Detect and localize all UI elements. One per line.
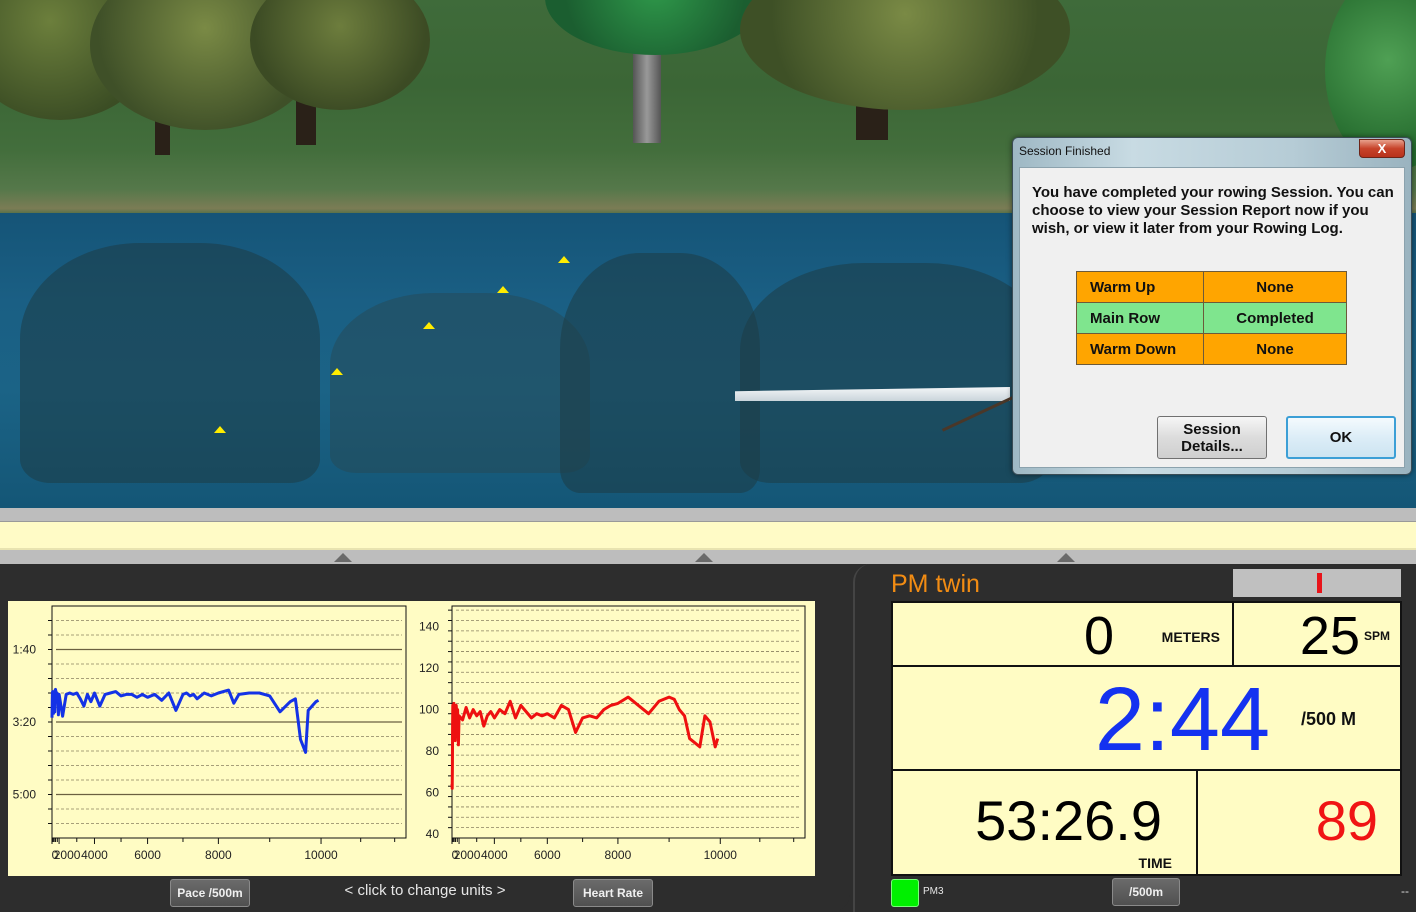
change-units-hint[interactable]: < click to change units > bbox=[300, 882, 550, 899]
course-buoy bbox=[331, 368, 343, 375]
rowing-app: 1:40 3:20 5:00 0 2000 4000 6000 8000 10000 40 60 8… bbox=[0, 0, 1416, 912]
ok-button[interactable]: OK bbox=[1286, 416, 1396, 459]
panel-expand-handle[interactable] bbox=[334, 553, 352, 562]
series-line bbox=[50, 687, 320, 754]
x-tick-label: 10000 bbox=[304, 848, 338, 862]
y-tick-label: 140 bbox=[419, 620, 439, 634]
pace-cell: 2:44 /500 M bbox=[891, 665, 1402, 771]
monitor-units-button[interactable]: /500m bbox=[1112, 878, 1180, 906]
monitor-title: PM twin bbox=[891, 570, 980, 598]
pace-chart-svg: 1:403:205:0002000 4000 6000 8000 10000 bbox=[13, 605, 407, 862]
session-details-label: Session Details... bbox=[1181, 420, 1243, 455]
time-unit: TIME bbox=[1138, 855, 1172, 871]
table-row: Main Row Completed bbox=[1076, 302, 1347, 334]
dialog-title: Session Finished bbox=[1019, 144, 1111, 158]
force-level-marker bbox=[1317, 573, 1322, 593]
corner-status: -- bbox=[1401, 884, 1409, 898]
pace-value: 2:44 bbox=[1094, 670, 1270, 770]
y-tick-label: 120 bbox=[419, 661, 439, 675]
course-buoy bbox=[214, 426, 226, 433]
y-tick-label: 5:00 bbox=[13, 788, 37, 802]
connection-status-icon bbox=[891, 879, 919, 907]
panel-expand-handle[interactable] bbox=[1057, 553, 1075, 562]
y-tick-label: 1:40 bbox=[13, 643, 37, 657]
x-tick-label: 10000 bbox=[704, 848, 738, 862]
dialog-message: You have completed your rowing Session. … bbox=[1032, 184, 1394, 237]
force-level-bar bbox=[1233, 569, 1401, 597]
heart-rate-chart: 40 60 80 100 120 140 0 2000 4000 6000 8000 10000 bbox=[408, 601, 815, 876]
progress-strip bbox=[0, 522, 1416, 550]
performance-monitor: PM twin 0 METERS 25 SPM 2:44 /500 M 53:2… bbox=[853, 564, 1416, 912]
spm-value: 25 bbox=[1299, 606, 1360, 666]
stage-name: Main Row bbox=[1076, 302, 1204, 334]
stage-name: Warm Down bbox=[1076, 333, 1204, 365]
stage-status: None bbox=[1203, 333, 1347, 365]
y-tick-label: 80 bbox=[426, 744, 440, 758]
plot-frame bbox=[451, 605, 806, 839]
heart-rate-units-button[interactable]: Heart Rate bbox=[573, 879, 653, 907]
x-tick-label: 4000 bbox=[81, 848, 108, 862]
y-tick-label: 100 bbox=[419, 703, 439, 717]
x-tick-label: 2000 bbox=[454, 848, 481, 862]
time-value: 53:26.9 bbox=[975, 789, 1162, 852]
meters-unit: METERS bbox=[1161, 629, 1220, 645]
course-buoy bbox=[497, 286, 509, 293]
x-tick-label: 8000 bbox=[205, 848, 232, 862]
table-row: Warm Up None bbox=[1076, 271, 1347, 303]
spm-cell: 25 SPM bbox=[1232, 601, 1402, 667]
stage-status: None bbox=[1203, 271, 1347, 303]
panel-expand-handle[interactable] bbox=[695, 553, 713, 562]
course-buoy bbox=[558, 256, 570, 263]
x-tick-label: 6000 bbox=[534, 848, 561, 862]
pm-model-label: PM3 bbox=[923, 886, 944, 897]
x-tick-label: 8000 bbox=[605, 848, 632, 862]
scene-divider bbox=[0, 508, 1416, 522]
spm-unit: SPM bbox=[1363, 629, 1390, 643]
pace-unit: /500 M bbox=[1300, 709, 1356, 729]
y-tick-label: 40 bbox=[426, 827, 440, 841]
heart-rate-value: 89 bbox=[1315, 789, 1378, 852]
session-stages-table: Warm Up None Main Row Completed Warm Dow… bbox=[1076, 271, 1347, 365]
stage-name: Warm Up bbox=[1076, 271, 1204, 303]
heart-rate-cell: 89 bbox=[1196, 769, 1402, 876]
y-tick-label: 60 bbox=[426, 785, 440, 799]
pace-units-button[interactable]: Pace /500m bbox=[170, 879, 250, 907]
time-cell: 53:26.9 TIME bbox=[891, 769, 1198, 876]
table-row: Warm Down None bbox=[1076, 333, 1347, 365]
stage-status: Completed bbox=[1203, 302, 1347, 334]
x-tick-label: 4000 bbox=[481, 848, 508, 862]
heart-rate-chart-svg: 40608010012014002000 4000 6000 8000 10000 bbox=[419, 605, 806, 862]
pace-chart: 1:40 3:20 5:00 0 2000 4000 6000 8000 10000 bbox=[8, 601, 408, 876]
y-tick-label: 3:20 bbox=[13, 715, 37, 729]
session-finished-dialog: Session Finished X You have completed yo… bbox=[1012, 137, 1412, 475]
close-icon: X bbox=[1377, 141, 1387, 156]
charts-panel: 1:40 3:20 5:00 0 2000 4000 6000 8000 10000 40 60 8… bbox=[0, 564, 850, 912]
close-button[interactable]: X bbox=[1359, 139, 1405, 158]
meters-value: 0 bbox=[1083, 606, 1114, 666]
course-buoy bbox=[423, 322, 435, 329]
x-tick-label: 6000 bbox=[134, 848, 161, 862]
dialog-body: You have completed your rowing Session. … bbox=[1019, 167, 1405, 468]
meters-cell: 0 METERS bbox=[891, 601, 1234, 667]
x-tick-label: 2000 bbox=[54, 848, 81, 862]
session-details-button[interactable]: Session Details... bbox=[1157, 416, 1267, 459]
series-line bbox=[450, 695, 720, 790]
